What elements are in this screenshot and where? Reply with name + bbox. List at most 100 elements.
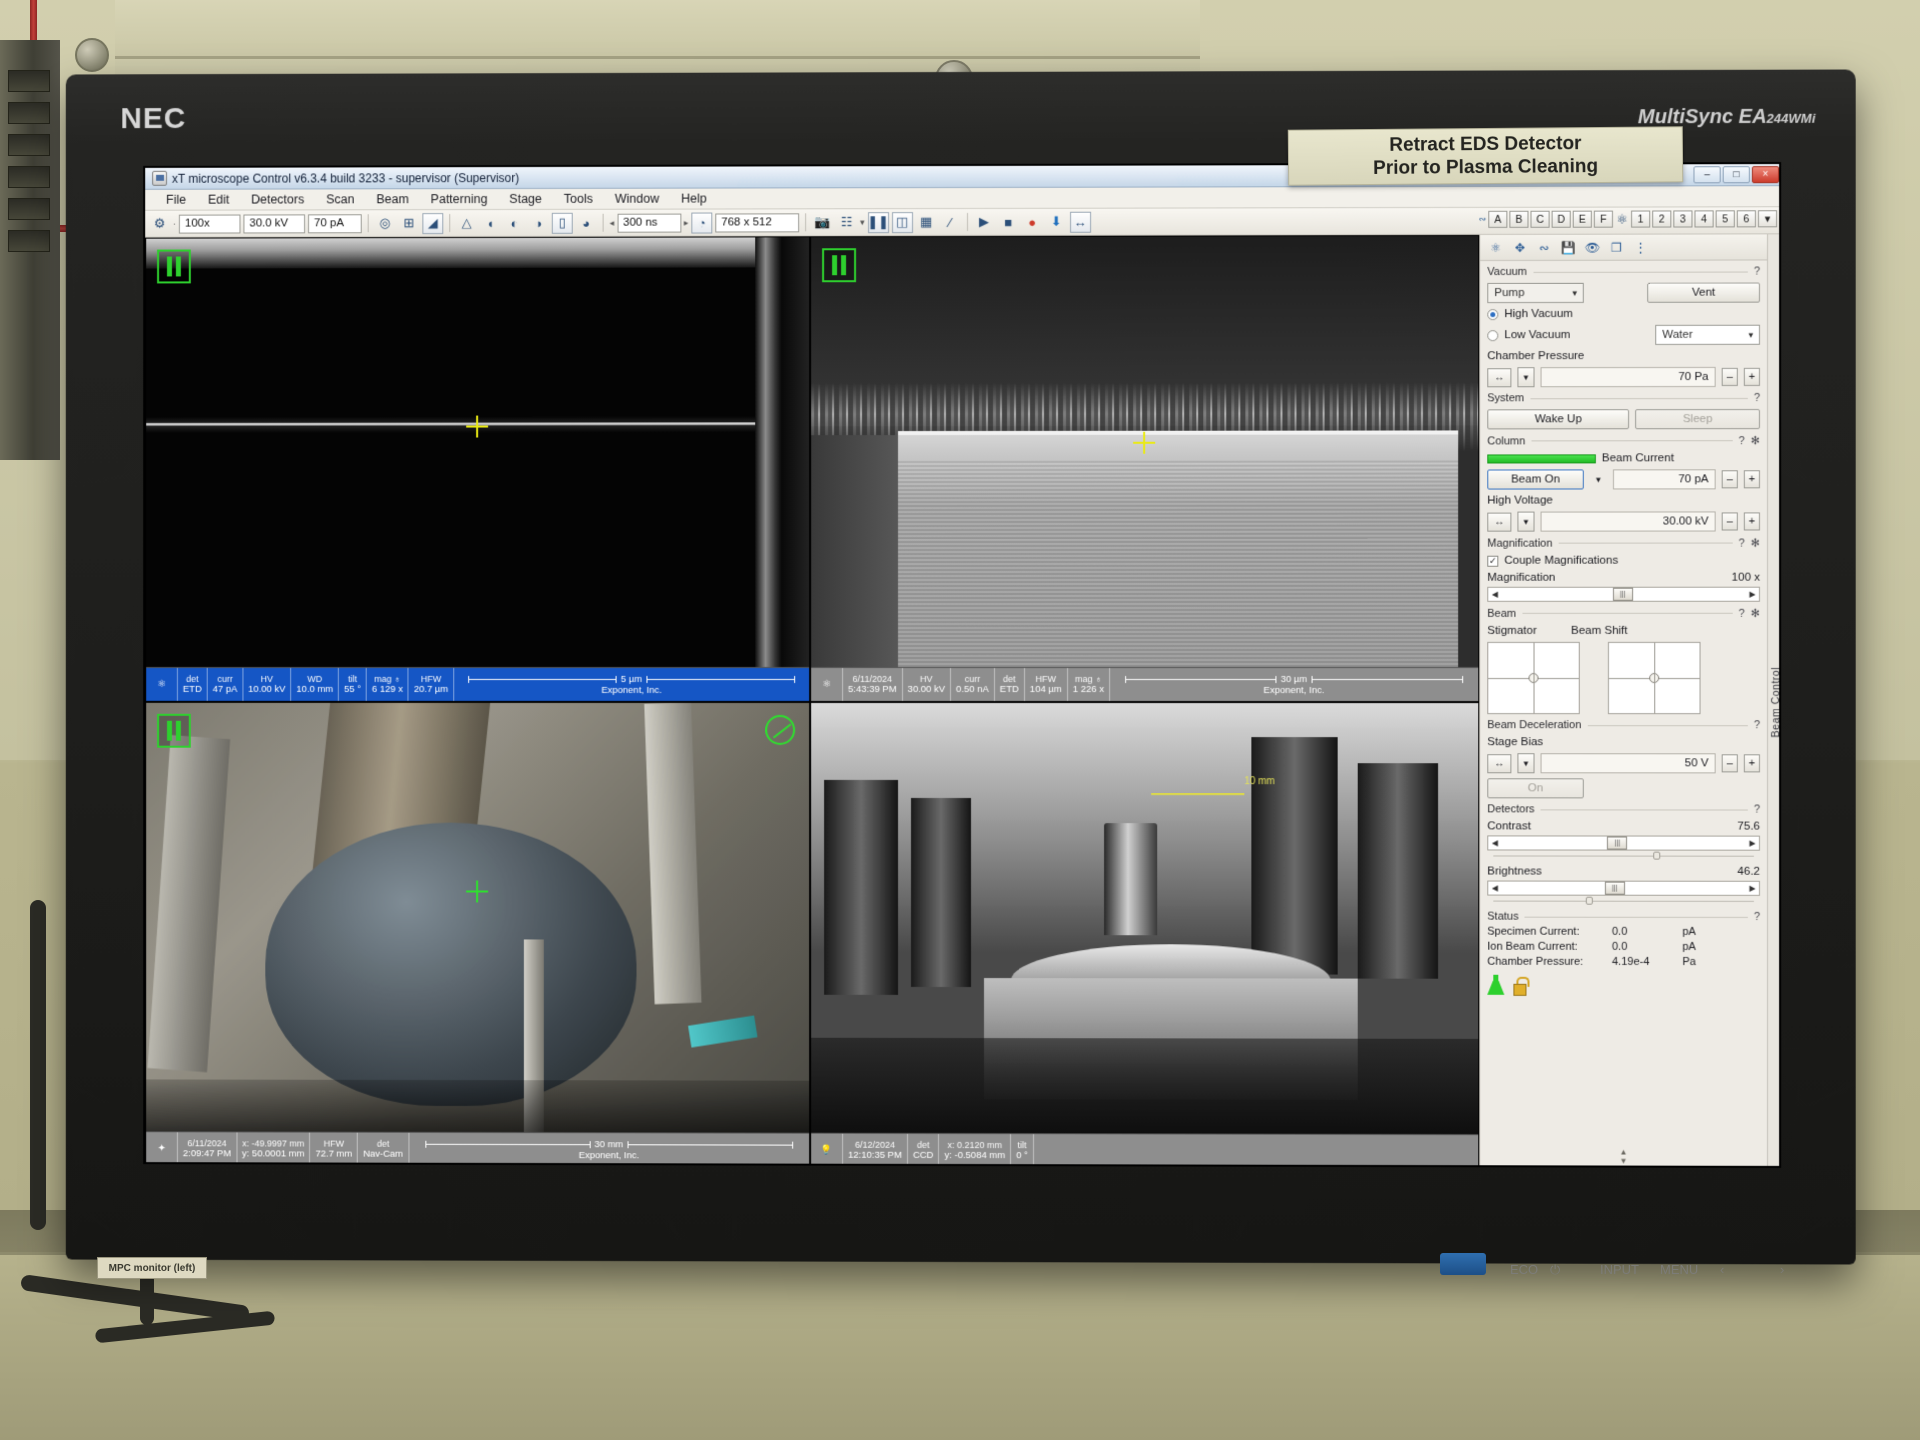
close-button[interactable]: × [1751,166,1780,184]
resolution-field[interactable]: 768 x 512 [715,212,800,232]
menu-item-edit[interactable]: Edit [197,191,240,209]
quad-button-f[interactable]: F [1593,210,1613,228]
osd-prev-button[interactable]: ‹ [1720,1262,1724,1277]
stage-bias-mode-button[interactable]: ↔ [1487,753,1512,773]
menu-item-scan[interactable]: Scan [315,190,365,208]
slider-left-arrow[interactable]: ◀ [1488,838,1501,847]
maximize-button[interactable]: □ [1722,166,1750,184]
low-vacuum-radio[interactable] [1487,329,1499,341]
osd-power-button[interactable]: ⏻ [1550,1262,1560,1278]
stage-bias-on-button[interactable]: On [1487,778,1584,799]
quad-overflow-button[interactable]: ▾ [1757,210,1778,228]
quad-1-electron-sem[interactable]: ⚛ det ETD curr 47 pA HV 10.00 kV WD 10.0… [145,236,811,702]
chamber-pressure-mode-button[interactable]: ↔ [1487,367,1512,387]
help-icon[interactable]: ? [1754,392,1760,404]
stop-icon[interactable]: ■ [998,211,1019,232]
help-icon[interactable]: ? [1754,265,1760,277]
eye-icon[interactable]: 👁 [1584,239,1601,255]
beam-current-field[interactable]: 70 pA [308,213,362,233]
stigmator-knob[interactable] [1528,673,1539,684]
brightness-slider[interactable]: ◀ ||| ▶ [1487,880,1760,896]
alignment-icon[interactable]: ⚛ [1487,239,1504,255]
link-z-icon[interactable]: ⁄ [940,211,961,232]
stage-bias-dropdown[interactable]: ▼ [1517,753,1535,774]
chamber-pressure-decrease-button[interactable]: – [1721,367,1738,386]
beam-shift-pad[interactable] [1607,641,1701,715]
auto-brightness-icon[interactable]: ◑ [528,212,549,233]
high-voltage-decrease-button[interactable]: – [1721,512,1738,531]
slider-thumb[interactable]: ||| [1612,587,1633,601]
scroll-down-arrow[interactable]: ▼ [1620,1157,1628,1166]
osd-next-button[interactable]: › [1780,1262,1784,1277]
pause-icon[interactable]: ❚❚ [867,211,889,233]
integrate-icon[interactable]: ☷ [836,212,857,233]
wake-up-button[interactable]: Wake Up [1487,409,1630,430]
quad-button-2[interactable]: 2 [1652,210,1672,228]
rotation-compensation-icon[interactable] [765,714,796,745]
sliders-icon[interactable]: ⋮ [1632,239,1649,255]
crosshair-target-icon[interactable]: ◎ [375,213,396,234]
dwell-decrease-icon[interactable]: ◂ [610,217,615,228]
low-vacuum-row[interactable]: Low Vacuum Water ▼ [1487,324,1760,345]
dwell-increase-icon[interactable]: ▸ [684,217,689,228]
menu-item-detectors[interactable]: Detectors [240,190,315,208]
save-icon[interactable]: 💾 [1560,239,1577,255]
menu-item-patterning[interactable]: Patterning [420,190,499,208]
high-vacuum-radio[interactable] [1487,308,1499,320]
menu-item-file[interactable]: File [155,191,197,209]
beam-current-spinbox[interactable]: 70 pA [1612,469,1716,490]
settings-icon[interactable]: ✻ [1751,537,1760,550]
high-voltage-dropdown[interactable]: ▼ [1517,511,1535,532]
quad-button-c[interactable]: C [1530,210,1550,228]
help-icon[interactable]: ? [1754,719,1760,731]
record-icon[interactable]: ● [1022,211,1043,232]
pump-button[interactable]: Pump ▼ [1487,282,1584,304]
help-icon[interactable]: ? [1754,804,1760,816]
help-icon[interactable]: ? [1738,435,1744,447]
slider-thumb[interactable]: ||| [1604,881,1625,895]
pie-contrast-icon[interactable]: ◕ [576,212,597,233]
quad-button-e[interactable]: E [1572,210,1592,228]
gas-type-select[interactable]: Water ▼ [1655,324,1760,345]
contrast-brightness-icon[interactable]: ◖ [480,212,501,233]
stigmator-pad[interactable] [1487,641,1580,715]
help-icon[interactable]: ? [1738,537,1744,549]
column-icon[interactable]: △ [456,213,477,234]
slider-left-arrow[interactable]: ◀ [1488,884,1501,893]
center-point-icon[interactable]: ⊞ [399,213,420,234]
beam-shift-knob[interactable] [1649,673,1660,684]
menu-item-window[interactable]: Window [604,190,670,208]
stage-bias-increase-button[interactable]: + [1743,754,1760,773]
contrast-slider[interactable]: ◀ ||| ▶ [1487,835,1760,851]
beam-dropdown-icon[interactable]: ▼ [1590,469,1607,489]
quad-3-nav-cam[interactable]: ✦ 6/11/2024 2:09:47 PM x: -49.9997 mm y:… [145,701,811,1168]
unlocked-icon[interactable] [1513,976,1527,993]
quad-4-ccd[interactable]: 10 mm 💡 6/12/2024 12:10:35 PM det CCD x:… [810,701,1480,1168]
slider-thumb[interactable]: ||| [1607,836,1628,850]
quad-button-4[interactable]: 4 [1694,210,1714,228]
high-voltage-mode-button[interactable]: ↔ [1487,512,1512,532]
chamber-pressure-dropdown[interactable]: ▼ [1517,367,1535,388]
menu-item-beam[interactable]: Beam [365,190,419,208]
settings-icon[interactable]: ✻ [1751,607,1760,620]
beam-current-decrease-button[interactable]: – [1721,470,1738,489]
vent-button[interactable]: Vent [1647,282,1760,303]
quad-1-image[interactable] [146,237,810,667]
minimize-button[interactable]: – [1693,166,1721,184]
measure-icon[interactable]: ↔ [1069,211,1091,233]
osd-menu-button[interactable]: MENU [1660,1262,1698,1277]
quad-3-image[interactable] [146,702,810,1133]
stage-move-icon[interactable]: ✥ [1511,239,1528,255]
quad-2-ion-sem[interactable]: ⚛ 6/11/2024 5:43:39 PM HV 30.00 kV curr [810,234,1480,703]
quad-button-5[interactable]: 5 [1715,210,1735,228]
chamber-pressure-increase-button[interactable]: + [1743,367,1760,386]
beam-blank-icon[interactable]: ⚙ [149,213,170,234]
layers-icon[interactable]: ❐ [1608,239,1625,255]
video-scope-icon[interactable]: ▯ [551,212,573,234]
help-icon[interactable]: ? [1754,911,1760,923]
beam-control-vertical-tab[interactable]: Beam Control [1767,234,1782,1168]
quad-button-d[interactable]: D [1551,210,1571,228]
magnification-slider[interactable]: ◀ ||| ▶ [1487,586,1760,602]
osd-input-button[interactable]: INPUT [1600,1262,1639,1277]
slider-right-arrow[interactable]: ▶ [1746,590,1759,599]
